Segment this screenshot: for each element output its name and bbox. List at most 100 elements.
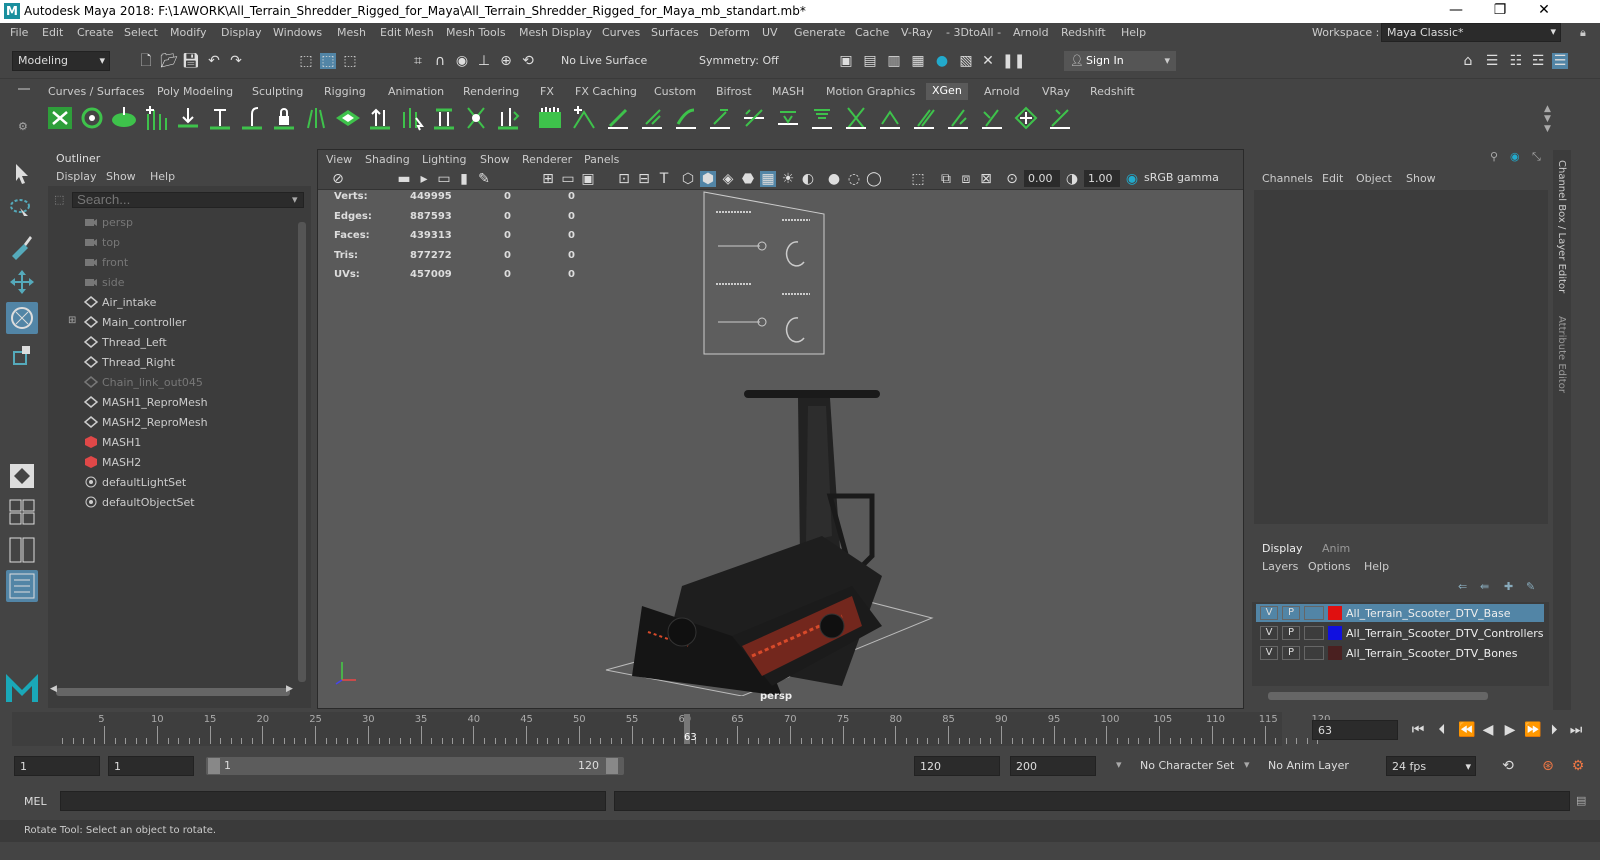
lock-icon[interactable]: 🔒︎ [1580,26,1586,40]
xgen-bend-guide-icon[interactable] [238,104,266,132]
render-sequence-icon[interactable]: ▤ [862,53,878,69]
xgen-add-guide-icon[interactable] [142,104,170,132]
select-tool-icon[interactable] [6,158,38,190]
two-view-layout-icon[interactable] [6,534,38,566]
layer-visibility-toggle[interactable]: V [1260,606,1278,620]
layer-display-type-toggle[interactable] [1304,606,1324,620]
chevron-down-icon[interactable]: ▾ [1116,758,1122,771]
xgen-patch-icon[interactable] [334,104,362,132]
layer-color-swatch[interactable] [1328,646,1342,660]
groom-select-icon[interactable] [1012,104,1040,132]
scroll-right-icon[interactable]: ▶ [286,684,293,694]
symmetry-field[interactable]: Symmetry: Off [694,52,786,71]
sign-in-button[interactable]: 👤︎ Sign In ▾ [1064,51,1176,71]
step-forward-frame-icon[interactable]: ⏵ [1546,722,1562,738]
layer-display-type-toggle[interactable] [1304,626,1324,640]
snap-point-icon[interactable]: ◉ [454,53,470,69]
groom-freeze-icon[interactable] [876,104,904,132]
play-backward-icon[interactable]: ◀ [1480,722,1496,738]
ambient-occlusion-icon[interactable]: ◐ [800,171,816,187]
resolution-gate-icon[interactable]: ▣ [580,171,596,187]
playback-end-field[interactable]: 120 [914,756,1000,776]
workspace-dropdown[interactable]: Maya Classic* ▾ [1381,23,1561,42]
redo-icon[interactable]: ↷ [228,53,244,69]
menu-edit[interactable]: Edit [42,26,63,39]
menu-mesh-display[interactable]: Mesh Display [519,26,592,39]
pause-icon[interactable]: ❚❚ [1002,53,1025,69]
use-all-lights-icon[interactable]: ▦ [760,171,776,187]
grid-icon[interactable]: ⊞ [540,171,556,187]
all-terrain-scooter-model[interactable] [602,386,942,696]
gamma-icon[interactable]: ◑ [1064,171,1080,187]
go-to-start-icon[interactable]: ⏮ [1410,722,1426,738]
groom-guide-brush-icon[interactable] [1046,104,1074,132]
shelf-tab-redshift[interactable]: Redshift [1090,85,1135,98]
depth-of-field-icon[interactable]: ◯ [866,171,882,187]
grease-pencil-icon[interactable]: ✎ [476,171,492,187]
channelbox-menu-object[interactable]: Object [1356,172,1392,185]
anti-aliasing-icon[interactable]: ◌ [846,171,862,187]
layer-visibility-toggle[interactable]: V [1260,646,1278,660]
layer-menu-help[interactable]: Help [1364,560,1389,573]
viewport-menu-shading[interactable]: Shading [365,153,410,166]
snap-curve-icon[interactable]: ∩ [432,53,448,69]
outliner-layout-button[interactable] [6,570,38,602]
groom-comb-icon[interactable] [604,104,632,132]
xgen-create-description-icon[interactable] [78,104,106,132]
xgen-flip-guide-icon[interactable] [366,104,394,132]
new-scene-icon[interactable]: 🗋 [138,53,154,69]
channelbox-float-icon[interactable]: ⤡ [1532,150,1541,164]
gamma-field[interactable]: 1.00 [1084,170,1120,187]
channelbox-scene-icon[interactable]: ⚲ [1490,150,1498,163]
outliner-vscrollbar[interactable] [298,222,306,682]
range-end-handle[interactable] [606,758,618,774]
menu-windows[interactable]: Windows [273,26,322,39]
outliner-item[interactable]: defaultObjectSet [48,493,296,512]
menu-redshift[interactable]: Redshift [1061,26,1106,39]
groom-brush-icon[interactable] [638,104,666,132]
viewport-menu-panels[interactable]: Panels [584,153,619,166]
step-forward-key-icon[interactable]: ⏩ [1524,722,1541,738]
snap-grid-icon[interactable]: ⌗ [410,53,426,69]
four-view-layout-icon[interactable] [6,496,38,528]
backface-culling-icon[interactable]: ⊠ [978,171,994,187]
go-to-end-icon[interactable]: ⏭ [1568,722,1584,738]
outliner-filter-icon[interactable]: ⬚ [54,193,64,206]
menu-select[interactable]: Select [124,26,158,39]
isolate-select-icon[interactable]: ⬚ [910,171,926,187]
viewport-panel[interactable]: View Shading Lighting Show Renderer Pane… [317,149,1244,709]
groom-clump-icon[interactable] [808,104,836,132]
groom-add-spline-icon[interactable] [570,104,598,132]
current-time-field[interactable]: 63 [1312,720,1398,740]
loop-icon[interactable]: ⟲ [1500,758,1516,774]
viewport-menu-show[interactable]: Show [480,153,510,166]
wireframe-on-shaded-icon[interactable]: ◈ [720,171,736,187]
menu-create[interactable]: Create [77,26,114,39]
menu-3dtoall[interactable]: - 3DtoAll - [946,26,1001,39]
xgen-select-guide-icon[interactable] [398,104,426,132]
ipr-render-icon[interactable]: ▥ [886,53,902,69]
xgen-lock-guide-icon[interactable] [270,104,298,132]
menu-arnold[interactable]: Arnold [1013,26,1049,39]
channel-box-icon[interactable]: ☰ [1552,53,1568,69]
human-ik-icon[interactable]: ☰ [1484,53,1500,69]
channelbox-menu-channels[interactable]: Channels [1262,172,1313,185]
groom-width-icon[interactable] [944,104,972,132]
xgen-editor-icon[interactable] [46,104,74,132]
layer-color-swatch[interactable] [1328,606,1342,620]
xgen-sculpt-guide-icon[interactable] [174,104,202,132]
new-layer-selected-icon[interactable]: ✎ [1526,580,1535,593]
camera-attributes-icon[interactable]: ▬ [396,171,412,187]
shelf-tab-animation[interactable]: Animation [388,85,444,98]
channelbox-help-icon[interactable]: ◉ [1510,150,1520,163]
menu-modify[interactable]: Modify [170,26,206,39]
live-surface-field[interactable]: No Live Surface [556,52,650,71]
single-perspective-view-icon[interactable] [6,460,38,492]
field-chart-icon[interactable]: T [656,171,672,187]
outliner-menu-show[interactable]: Show [106,170,136,183]
layer-visibility-toggle[interactable]: V [1260,626,1278,640]
new-layer-icon[interactable]: ✚ [1504,580,1513,593]
range-start-handle[interactable] [208,758,220,774]
channelbox-menu-edit[interactable]: Edit [1322,172,1343,185]
chevron-down-icon[interactable]: ▾ [1244,758,1250,771]
